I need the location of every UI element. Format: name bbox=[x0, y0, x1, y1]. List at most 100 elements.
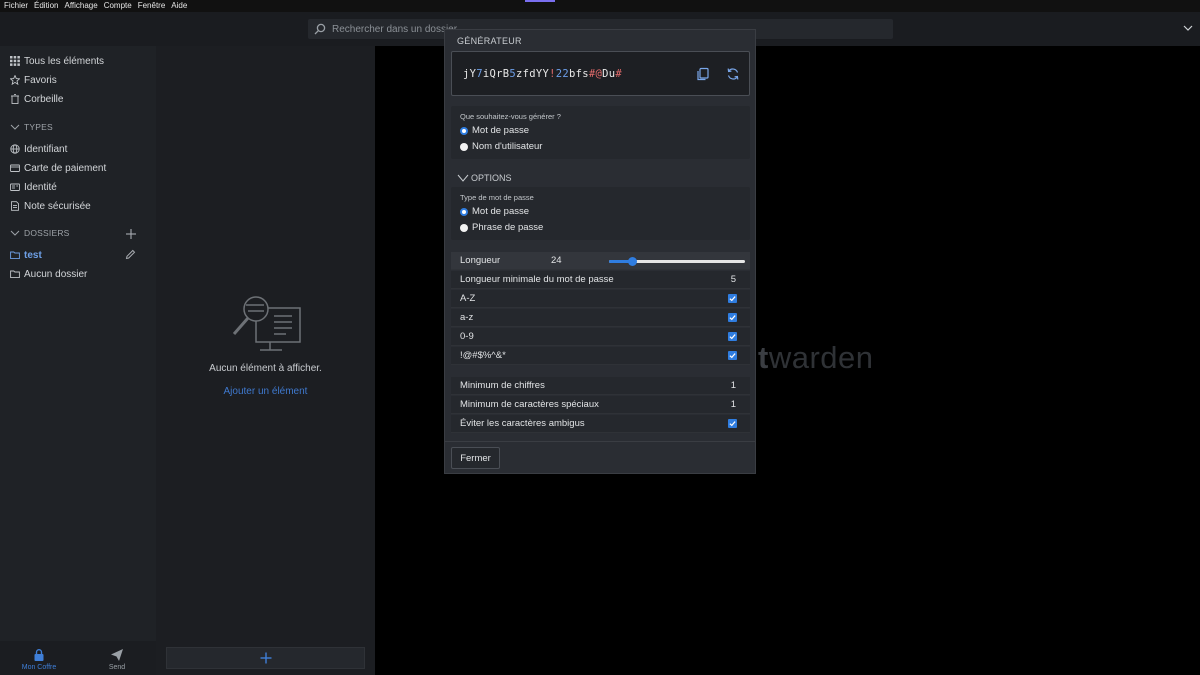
length-row: Longueur 24 bbox=[451, 252, 750, 270]
password-segment: ! bbox=[549, 68, 556, 80]
options-header[interactable]: OPTIONS bbox=[457, 173, 512, 183]
sidebar-item-label: test bbox=[24, 249, 42, 261]
sidebar-item-label: Tous les éléments bbox=[24, 55, 105, 67]
sidebar-item-favorites[interactable]: Favoris bbox=[10, 73, 57, 87]
sidebar-item-trash[interactable]: Corbeille bbox=[10, 92, 63, 106]
radio-unchecked-icon[interactable] bbox=[460, 142, 468, 151]
nav-send-button[interactable]: Send bbox=[87, 648, 147, 671]
generator-modal: GÉNÉRATEUR jY7iQrB5zfdYY!22bfs#@Du# Que … bbox=[444, 29, 756, 474]
menu-compte[interactable]: Compte bbox=[104, 0, 132, 12]
close-button[interactable]: Fermer bbox=[451, 447, 500, 469]
generated-password-box: jY7iQrB5zfdYY!22bfs#@Du# bbox=[451, 51, 750, 96]
sidebar-item-note[interactable]: Note sécurisée bbox=[10, 199, 91, 213]
checkmark-icon bbox=[729, 296, 736, 302]
length-slider[interactable] bbox=[609, 257, 745, 266]
min-length-row: Longueur minimale du mot de passe 5 bbox=[451, 271, 750, 289]
min-numbers-row: Minimum de chiffres 1 bbox=[451, 377, 750, 395]
radio-unchecked-icon[interactable] bbox=[460, 223, 468, 232]
sidebar-item-login[interactable]: Identifiant bbox=[10, 142, 67, 156]
add-item-link[interactable]: Ajouter un élément bbox=[156, 386, 375, 397]
length-slider-thumb[interactable] bbox=[627, 257, 637, 266]
add-folder-icon[interactable] bbox=[125, 228, 137, 240]
numbers-checkbox[interactable] bbox=[728, 332, 737, 341]
star-icon bbox=[10, 75, 20, 85]
chevron-down-icon bbox=[457, 174, 469, 182]
lock-icon bbox=[34, 649, 44, 661]
sidebar-item-identity[interactable]: Identité bbox=[10, 180, 57, 194]
paper-plane-icon bbox=[111, 649, 123, 661]
checkmark-icon bbox=[729, 315, 736, 321]
avoid-ambiguous-row[interactable]: Éviter les caractères ambigus bbox=[451, 415, 750, 433]
min-special-row: Minimum de caractères spéciaux 1 bbox=[451, 396, 750, 414]
password-segment: #@ bbox=[588, 68, 603, 80]
checkmark-icon bbox=[729, 334, 736, 340]
menu-bar: Fichier Édition Affichage Compte Fenêtre… bbox=[0, 0, 1200, 12]
min-length-value: 5 bbox=[730, 274, 736, 285]
radio-checked-icon[interactable] bbox=[460, 207, 468, 216]
uppercase-checkbox[interactable] bbox=[728, 294, 737, 303]
radio-type-password[interactable]: Mot de passe bbox=[460, 206, 529, 217]
radio-option-label: Nom d'utilisateur bbox=[472, 141, 543, 152]
refresh-icon[interactable] bbox=[726, 67, 740, 81]
charset-uppercase-row[interactable]: A-Z bbox=[451, 290, 750, 308]
radio-option-password[interactable]: Mot de passe bbox=[460, 125, 529, 136]
brand-watermark: twarden bbox=[758, 340, 874, 376]
menu-aide[interactable]: Aide bbox=[171, 0, 187, 12]
min-special-label: Minimum de caractères spéciaux bbox=[460, 399, 599, 410]
options-header-label: OPTIONS bbox=[471, 173, 512, 183]
menu-affichage[interactable]: Affichage bbox=[64, 0, 97, 12]
radio-type-passphrase[interactable]: Phrase de passe bbox=[460, 222, 543, 233]
copy-icon[interactable] bbox=[696, 67, 710, 81]
nav-vault-label: Mon Coffre bbox=[21, 664, 57, 671]
sidebar-item-folder-none[interactable]: Aucun dossier bbox=[10, 267, 87, 281]
password-segment: 22 bbox=[555, 68, 569, 80]
password-segment: bfs bbox=[568, 68, 589, 80]
chevron-down-icon bbox=[10, 124, 20, 130]
menu-fichier[interactable]: Fichier bbox=[4, 0, 28, 12]
grid-icon bbox=[10, 56, 20, 66]
sidebar-item-folder-test[interactable]: test bbox=[10, 248, 42, 262]
password-segment: 7 bbox=[476, 68, 483, 80]
charset-label: 0-9 bbox=[460, 331, 474, 342]
radio-option-username[interactable]: Nom d'utilisateur bbox=[460, 141, 542, 152]
types-header[interactable]: TYPES bbox=[10, 122, 53, 132]
radio-option-label: Mot de passe bbox=[472, 206, 530, 217]
pencil-icon[interactable] bbox=[125, 249, 136, 260]
password-segment: jY bbox=[463, 68, 477, 80]
checkmark-icon bbox=[729, 353, 736, 359]
folder-icon bbox=[10, 251, 20, 260]
note-icon bbox=[11, 201, 19, 211]
password-segment: # bbox=[615, 68, 622, 80]
id-card-icon bbox=[10, 183, 20, 191]
nav-send-label: Send bbox=[108, 664, 126, 671]
charset-special-row[interactable]: !@#$%^&* bbox=[451, 347, 750, 365]
modal-title: GÉNÉRATEUR bbox=[457, 36, 522, 46]
special-checkbox[interactable] bbox=[728, 351, 737, 360]
folders-header-label: DOSSIERS bbox=[24, 228, 70, 238]
nav-vault-button[interactable]: Mon Coffre bbox=[9, 648, 69, 671]
avoid-ambiguous-checkbox[interactable] bbox=[728, 419, 737, 428]
folders-header[interactable]: DOSSIERS bbox=[10, 228, 70, 238]
add-item-button[interactable] bbox=[166, 647, 365, 669]
sidebar-item-card[interactable]: Carte de paiement bbox=[10, 161, 106, 175]
generated-password[interactable]: jY7iQrB5zfdYY!22bfs#@Du# bbox=[463, 68, 622, 80]
plus-icon bbox=[260, 652, 271, 664]
sidebar-item-label: Note sécurisée bbox=[24, 200, 91, 212]
sidebar-item-all[interactable]: Tous les éléments bbox=[10, 54, 104, 68]
bottom-nav: Mon Coffre Send bbox=[0, 641, 156, 675]
password-segment: 5 bbox=[509, 68, 516, 80]
menu-fenetre[interactable]: Fenêtre bbox=[138, 0, 166, 12]
chevron-down-icon bbox=[10, 230, 20, 236]
radio-checked-icon[interactable] bbox=[460, 126, 468, 135]
min-special-value[interactable]: 1 bbox=[731, 399, 736, 410]
min-numbers-label: Minimum de chiffres bbox=[460, 380, 545, 391]
min-numbers-value[interactable]: 1 bbox=[731, 380, 736, 391]
chevron-down-icon[interactable] bbox=[1182, 22, 1194, 34]
charset-numbers-row[interactable]: 0-9 bbox=[451, 328, 750, 346]
sidebar-item-label: Identité bbox=[24, 181, 57, 193]
sidebar-item-label: Identifiant bbox=[24, 143, 68, 155]
charset-lowercase-row[interactable]: a-z bbox=[451, 309, 750, 327]
lowercase-checkbox[interactable] bbox=[728, 313, 737, 322]
item-list-panel: Aucun élément à afficher. Ajouter un élé… bbox=[156, 46, 375, 675]
menu-edition[interactable]: Édition bbox=[34, 0, 58, 12]
